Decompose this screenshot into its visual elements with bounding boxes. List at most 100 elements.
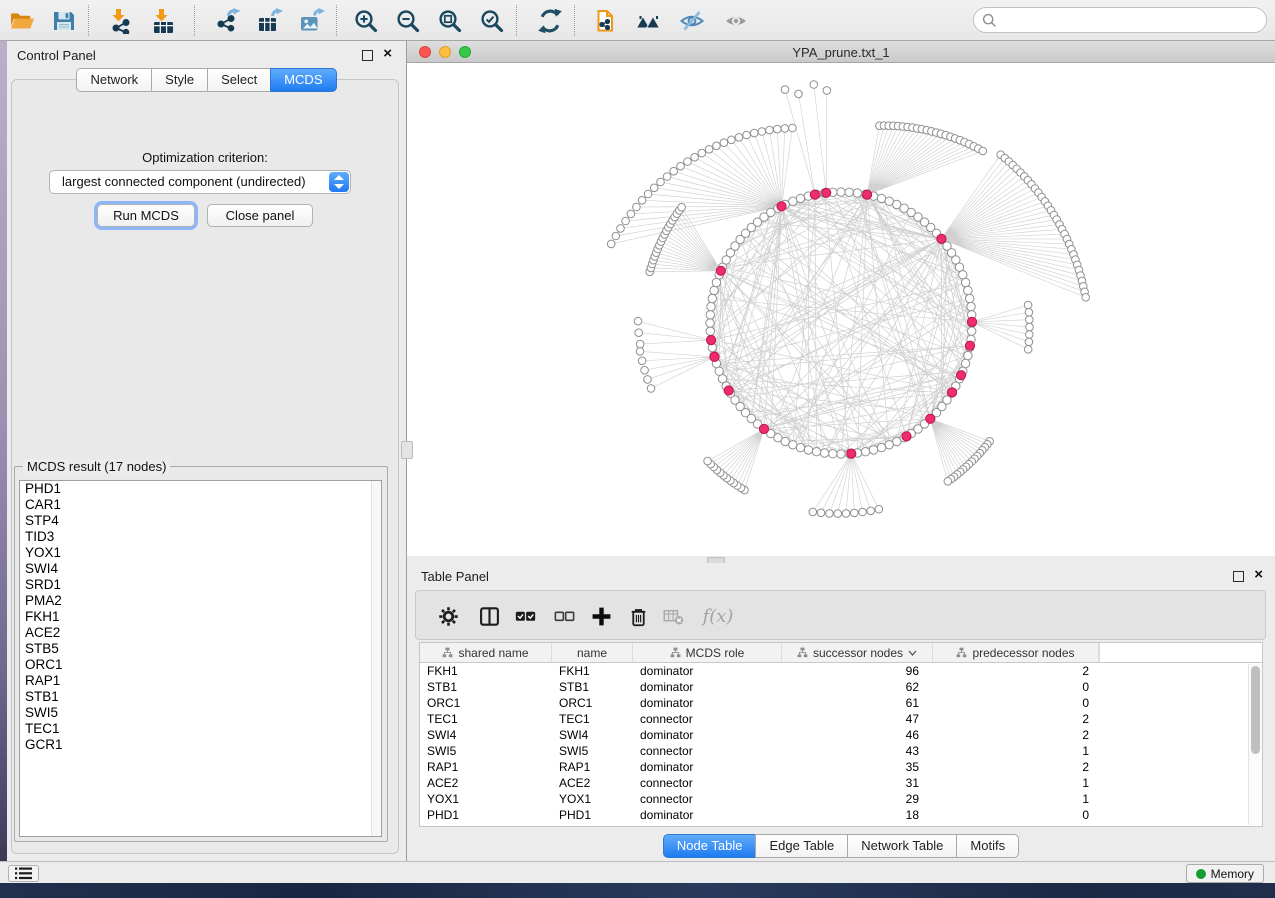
table-row[interactable]: TEC1TEC1connector472 (420, 711, 1248, 727)
mcds-result-item[interactable]: SWI5 (20, 705, 381, 721)
table-cell: dominator (633, 728, 782, 742)
mcds-result-item[interactable]: ORC1 (20, 657, 381, 673)
tab-style[interactable]: Style (151, 68, 208, 92)
mcds-result-item[interactable]: RAP1 (20, 673, 381, 689)
table-close-icon[interactable]: × (1254, 566, 1263, 584)
mcds-result-item[interactable]: SRD1 (20, 577, 381, 593)
function-builder-button-disabled[interactable]: f(x) (696, 602, 740, 630)
export-table-icon (257, 8, 283, 34)
first-neighbors-button[interactable] (631, 6, 665, 35)
float-panel-icon[interactable] (362, 50, 373, 61)
mcds-result-item[interactable]: FKH1 (20, 609, 381, 625)
mcds-result-item[interactable]: ACE2 (20, 625, 381, 641)
table-cell: connector (633, 776, 782, 790)
zoom-out-icon (395, 8, 421, 34)
table-tab-node-table[interactable]: Node Table (663, 834, 757, 858)
mcds-result-list[interactable]: PHD1CAR1STP4TID3YOX1SWI4SRD1PMA2FKH1ACE2… (19, 480, 382, 837)
mcds-result-item[interactable]: PHD1 (20, 481, 381, 497)
mcds-result-item[interactable]: SWI4 (20, 561, 381, 577)
zoom-in-button[interactable] (349, 6, 383, 35)
table-cell: ORC1 (420, 696, 552, 710)
mcds-list-scrollbar[interactable] (371, 481, 381, 836)
mcds-result-item[interactable]: STB1 (20, 689, 381, 705)
table-row[interactable]: ACE2ACE2connector311 (420, 775, 1248, 791)
search-input[interactable] (1001, 9, 1266, 31)
zoom-fit-button[interactable] (433, 6, 467, 35)
tab-mcds[interactable]: MCDS (270, 68, 336, 92)
table-cell: SWI5 (420, 744, 552, 758)
hide-selected-button[interactable] (675, 6, 709, 35)
mcds-result-item[interactable]: PMA2 (20, 593, 381, 609)
table-cell: RAP1 (552, 760, 633, 774)
run-mcds-button[interactable]: Run MCDS (97, 204, 195, 227)
mcds-result-item[interactable]: YOX1 (20, 545, 381, 561)
table-tab-network-table[interactable]: Network Table (847, 834, 957, 858)
table-scrollbar[interactable] (1248, 664, 1262, 825)
table-tab-edge-table[interactable]: Edge Table (755, 834, 848, 858)
table-row[interactable]: SWI4SWI4dominator462 (420, 727, 1248, 743)
apply-layout-button[interactable] (533, 6, 567, 35)
table-row[interactable]: PHD1PHD1dominator180 (420, 807, 1248, 823)
select-all-rows-button[interactable] (510, 602, 540, 630)
open-session-button[interactable] (5, 6, 39, 35)
import-table-button[interactable] (146, 6, 180, 35)
first-neighbors-icon (635, 8, 661, 34)
export-table-button[interactable] (253, 6, 287, 35)
column-header-successor-nodes[interactable]: successor nodes (782, 643, 933, 662)
column-header-label: predecessor nodes (972, 646, 1074, 660)
mcds-result-item[interactable]: TEC1 (20, 721, 381, 737)
column-header-name[interactable]: name (552, 643, 633, 662)
table-row[interactable]: STB1STB1dominator620 (420, 679, 1248, 695)
table-tab-motifs[interactable]: Motifs (956, 834, 1019, 858)
table-row[interactable]: ORC1ORC1dominator610 (420, 695, 1248, 711)
zoom-out-button[interactable] (391, 6, 425, 35)
delete-table-button-disabled[interactable] (658, 602, 688, 630)
horizontal-splitter[interactable] (407, 556, 1275, 563)
network-window-titlebar[interactable]: YPA_prune.txt_1 (407, 41, 1275, 63)
zoom-selected-button[interactable] (475, 6, 509, 35)
optimization-criterion-select[interactable]: largest connected component (undirected) (49, 170, 351, 194)
column-header-predecessor-nodes[interactable]: predecessor nodes (933, 643, 1099, 662)
table-row[interactable]: FKH1FKH1dominator962 (420, 663, 1248, 679)
export-image-button[interactable] (295, 6, 329, 35)
deselect-all-icon (554, 606, 575, 627)
import-network-button[interactable] (103, 6, 137, 35)
mcds-result-item[interactable]: CAR1 (20, 497, 381, 513)
save-session-button[interactable] (47, 6, 81, 35)
deselect-all-rows-button[interactable] (549, 602, 579, 630)
mcds-result-item[interactable]: STP4 (20, 513, 381, 529)
export-network-button[interactable] (211, 6, 245, 35)
column-header-shared-name[interactable]: shared name (420, 643, 552, 662)
column-header-MCDS-role[interactable]: MCDS role (633, 643, 782, 662)
trash-icon (628, 606, 649, 627)
show-columns-button[interactable] (474, 602, 504, 630)
show-panels-menu-button[interactable] (8, 865, 39, 882)
vertical-splitter-handle[interactable] (401, 441, 413, 459)
delete-column-button[interactable] (623, 602, 653, 630)
table-settings-button[interactable] (433, 602, 463, 630)
table-float-icon[interactable] (1233, 571, 1244, 582)
table-scrollbar-thumb[interactable] (1251, 666, 1260, 754)
select-stepper-icon (329, 172, 349, 192)
columns-icon (479, 606, 500, 627)
mcds-result-item[interactable]: GCR1 (20, 737, 381, 753)
table-row[interactable]: SWI5SWI5connector431 (420, 743, 1248, 759)
show-all-button[interactable] (719, 6, 753, 35)
column-namespace-icon (956, 647, 967, 658)
status-bar: Memory (0, 861, 1275, 883)
mcds-result-item[interactable]: STB5 (20, 641, 381, 657)
close-panel-button[interactable]: Close panel (207, 204, 313, 227)
column-header-label: name (577, 646, 607, 660)
tab-network[interactable]: Network (76, 68, 152, 92)
mcds-result-item[interactable]: TID3 (20, 529, 381, 545)
table-cell: dominator (633, 696, 782, 710)
close-panel-icon[interactable]: × (383, 45, 392, 63)
table-row[interactable]: RAP1RAP1dominator352 (420, 759, 1248, 775)
network-graph[interactable] (407, 63, 1275, 556)
create-column-button[interactable] (586, 602, 616, 630)
table-cell: 31 (782, 776, 933, 790)
memory-button[interactable]: Memory (1186, 864, 1264, 883)
tab-select[interactable]: Select (207, 68, 271, 92)
new-network-from-selection-button[interactable] (589, 6, 623, 35)
table-row[interactable]: YOX1YOX1connector291 (420, 791, 1248, 807)
